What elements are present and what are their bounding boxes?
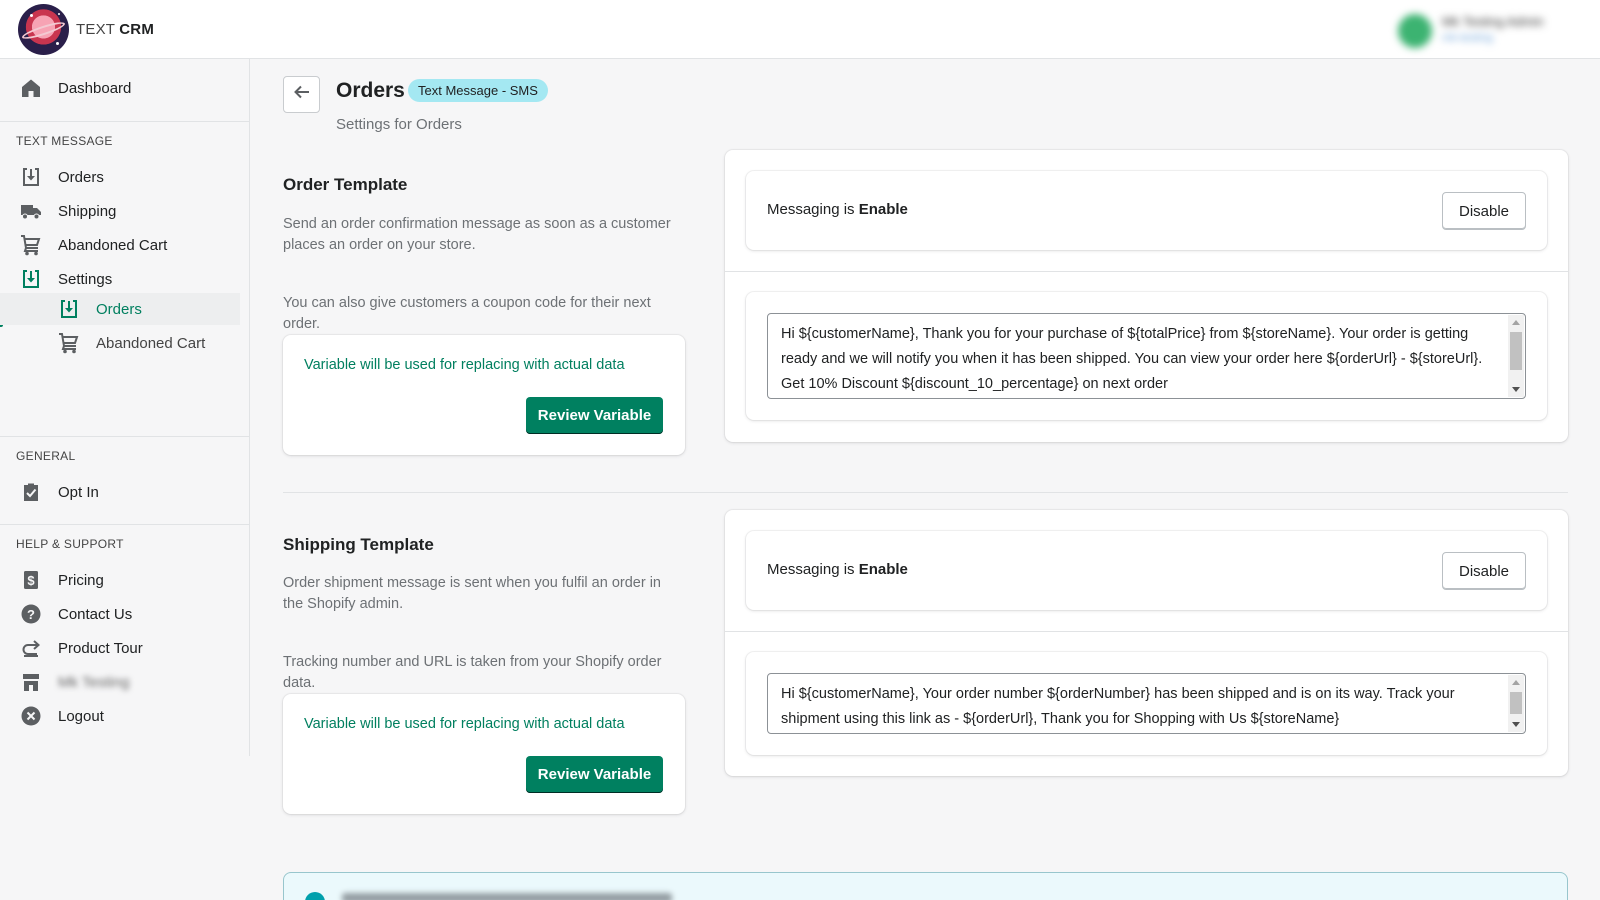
sidebar-item-label: Orders [58,168,104,186]
variable-note: Variable will be used for replacing with… [304,357,625,373]
inbox-download-icon [20,166,42,188]
shipping-template-title: Shipping Template [283,535,434,554]
sidebar-item-pricing[interactable]: $ Pricing [0,564,250,596]
app-brand: TEXT CRM [76,21,154,38]
sidebar-item-logout[interactable]: Logout [0,700,250,732]
order-variable-card: Variable will be used for replacing with… [283,335,685,455]
sidebar-subitem-abandoned-cart[interactable]: Abandoned Cart [0,327,250,359]
section-heading-help: HELP & SUPPORT [16,537,124,551]
inbox-download-icon [58,298,80,320]
svg-text:?: ? [27,607,35,622]
redo-icon [20,637,42,659]
shipping-messaging-status: Messaging is Enable Disable [746,531,1547,610]
sidebar-item-label: Opt In [58,483,99,501]
messaging-status-text: Messaging is Enable [767,561,908,578]
order-message-card: Hi ${customerName}, Thank you for your p… [746,292,1547,420]
sidebar-item-contact-us[interactable]: ? Contact Us [0,598,250,630]
section-heading-text-message: TEXT MESSAGE [16,134,113,148]
order-message-text: Hi ${customerName}, Thank you for your p… [781,326,1483,392]
page-title: Orders [336,79,405,102]
sidebar-item-dashboard[interactable]: Dashboard [0,72,250,104]
user-menu[interactable]: Mk Testing Admin mk-testing [1398,10,1570,50]
svg-text:$: $ [27,573,35,588]
sidebar-item-label: Abandoned Cart [58,236,168,254]
shipping-variable-card: Variable will be used for replacing with… [283,694,685,814]
close-circle-icon [20,705,42,727]
shipping-template-tracking-note: Tracking number and URL is taken from yo… [283,654,662,691]
cart-icon [20,234,42,256]
messaging-prefix: Messaging is [767,201,855,218]
sidebar-item-label: Abandoned Cart [96,334,206,352]
messaging-status-value: Enable [858,561,908,578]
sidebar-item-store[interactable]: Mk Testing [0,666,250,698]
cart-icon [58,332,80,354]
shipping-review-variable-button[interactable]: Review Variable [526,756,663,793]
dollar-icon: $ [20,569,42,591]
textarea-scrollbar[interactable] [1508,315,1524,397]
arrow-left-icon [293,83,311,106]
order-review-variable-button[interactable]: Review Variable [526,397,663,434]
section-divider [283,492,1568,493]
top-bar: TEXT CRM Mk Testing Admin mk-testing [0,0,1600,59]
clipboard-check-icon [20,481,42,503]
shipping-template-description: Order shipment message is sent when you … [283,575,661,612]
back-button[interactable] [283,76,320,113]
variable-note: Variable will be used for replacing with… [304,716,625,732]
channel-badge: Text Message - SMS [408,79,548,102]
brand-light: TEXT [76,21,115,38]
sidebar-item-orders[interactable]: Orders [0,161,250,193]
store-icon [20,671,42,693]
sidebar-item-label: Contact Us [58,605,133,623]
shipping-message-text: Hi ${customerName}, Your order number ${… [781,686,1455,727]
info-icon [305,892,325,900]
messaging-status-value: Enable [858,201,908,218]
sidebar-item-label: Orders [96,300,142,318]
messaging-prefix: Messaging is [767,561,855,578]
sidebar-item-label: Dashboard [58,79,132,97]
order-disable-button[interactable]: Disable [1442,192,1526,230]
banner-text [342,893,672,900]
sidebar-item-settings[interactable]: Settings [0,263,250,295]
order-template-title: Order Template [283,175,408,194]
sidebar-item-abandoned-cart[interactable]: Abandoned Cart [0,229,250,261]
user-name: Mk Testing Admin [1442,14,1544,29]
avatar [1398,14,1432,48]
settings-download-icon [20,268,42,290]
user-store: mk-testing [1442,32,1493,44]
messaging-status-text: Messaging is Enable [767,201,908,218]
info-banner [283,872,1568,900]
shipping-settings-card: Messaging is Enable Disable Hi ${custome… [725,510,1568,776]
order-settings-card: Messaging is Enable Disable Hi ${custome… [725,150,1568,442]
shipping-message-textarea[interactable]: Hi ${customerName}, Your order number ${… [767,673,1526,734]
sidebar-item-label: Product Tour [58,639,143,657]
textarea-scrollbar[interactable] [1508,675,1524,732]
brand-bold: CRM [119,21,155,38]
shipping-disable-button[interactable]: Disable [1442,552,1526,590]
order-template-coupon-note: You can also give customers a coupon cod… [283,295,651,332]
shipping-message-card: Hi ${customerName}, Your order number ${… [746,652,1547,755]
home-icon [20,77,42,99]
section-heading-general: GENERAL [16,449,76,463]
sidebar: Dashboard TEXT MESSAGE Orders Shipping A… [0,59,250,756]
order-template-description: Send an order confirmation message as so… [283,216,671,253]
question-icon: ? [20,603,42,625]
sidebar-item-label: Settings [58,270,113,288]
sidebar-item-label: Logout [58,707,104,725]
truck-icon [20,200,42,222]
order-message-textarea[interactable]: Hi ${customerName}, Thank you for your p… [767,313,1526,399]
order-messaging-status: Messaging is Enable Disable [746,171,1547,250]
sidebar-item-shipping[interactable]: Shipping [0,195,250,227]
sidebar-item-product-tour[interactable]: Product Tour [0,632,250,664]
sidebar-item-label: Pricing [58,571,104,589]
app-logo[interactable] [18,4,69,55]
sidebar-subitem-orders[interactable]: Orders [0,293,240,325]
sidebar-item-label: Mk Testing [58,673,130,691]
page-subtitle: Settings for Orders [336,116,462,133]
sidebar-item-label: Shipping [58,202,117,220]
sidebar-item-opt-in[interactable]: Opt In [0,476,250,508]
